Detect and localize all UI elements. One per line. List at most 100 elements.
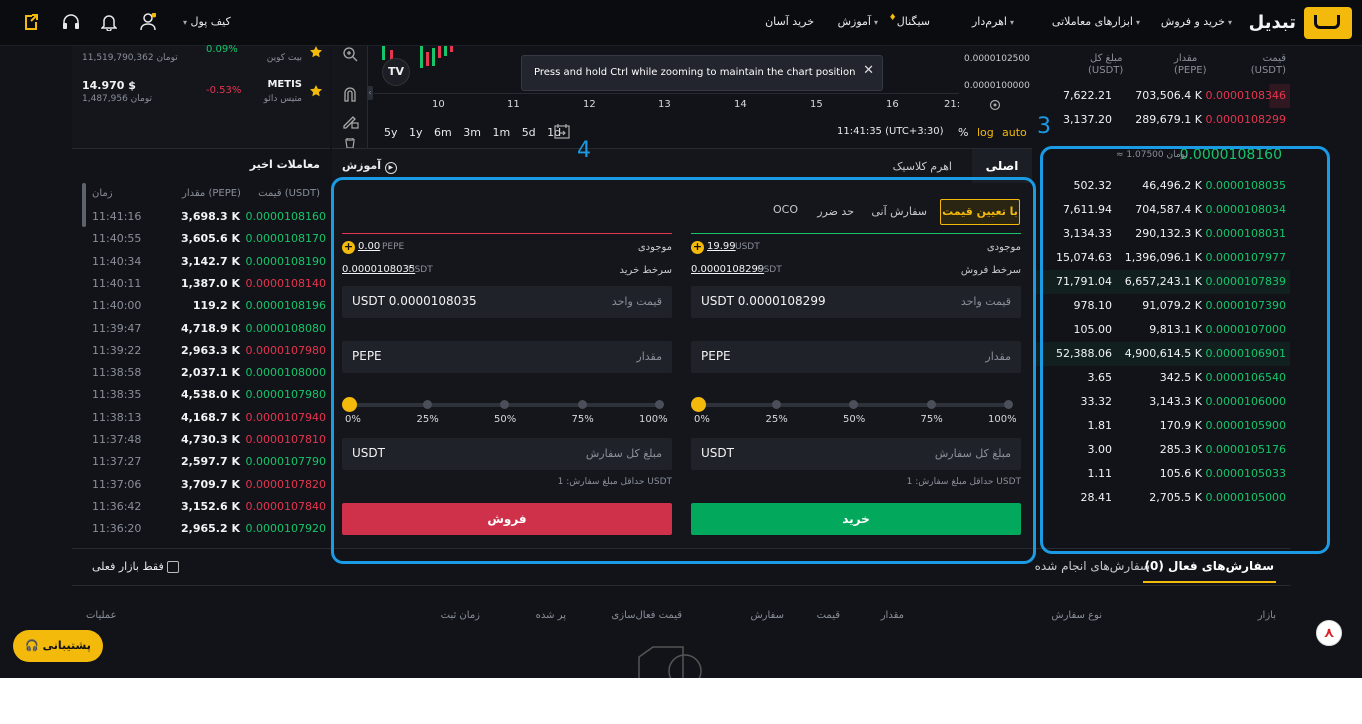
trade-amount: 2,965.2 K <box>181 522 240 536</box>
col-price: قیمت <box>816 610 840 621</box>
checkbox[interactable] <box>167 561 180 573</box>
date-range-icon[interactable] <box>554 123 570 139</box>
trade-time: 11:38:13 <box>92 410 142 424</box>
chart-collapse-handle[interactable]: ‹ <box>367 86 373 100</box>
trade-price: 0.0000108190 <box>245 254 326 268</box>
top-nav-bar: تبدیل خرید و فروش ▾ ابزارهای معاملاتی ▾ اه… <box>0 0 1362 46</box>
tab-active-orders[interactable]: سفارش‌های فعال (0) <box>1142 549 1276 583</box>
magnet-icon[interactable] <box>342 86 358 102</box>
time-tick: 14 <box>734 99 747 110</box>
timeframe-3m[interactable]: 3m <box>463 126 481 139</box>
trash-icon[interactable] <box>342 138 358 148</box>
trade-price: 0.0000107790 <box>245 455 326 469</box>
trade-row: 0.0000107980 4,538.0 K 11:38:35 <box>86 384 326 406</box>
close-icon[interactable]: ✕ <box>863 63 874 78</box>
trade-row: 0.0000107980 2,963.3 K 11:39:22 <box>86 340 326 362</box>
recent-trades-panel: معاملات اخیر قیمت (USDT) مقدار (PEPE) زم… <box>72 148 330 548</box>
time-tick: 10 <box>432 99 445 110</box>
ask-amount: 289,679.1 K <box>1135 113 1202 126</box>
trade-amount: 1,387.0 K <box>181 276 240 290</box>
nav-buy-sell[interactable]: خرید و فروش ▾ <box>1161 15 1232 28</box>
time-tick: 12 <box>583 99 596 110</box>
trade-price: 0.0000107920 <box>245 522 326 536</box>
headset-icon: 🎧 <box>25 639 39 652</box>
download-icon[interactable] <box>22 12 40 32</box>
zoom-in-icon[interactable] <box>342 46 358 62</box>
trade-amount: 3,152.6 K <box>181 499 240 513</box>
headset-icon[interactable] <box>62 13 80 31</box>
col-order-type: نوع سفارش <box>1051 610 1102 621</box>
auto-toggle[interactable]: auto <box>1002 126 1027 139</box>
trade-row: 0.0000108000 2,037.1 K 11:38:58 <box>86 362 326 384</box>
rt-header-time: زمان <box>92 188 113 199</box>
ask-row[interactable]: 0.0000108299 289,679.1 K 3,137.20 <box>1034 108 1290 132</box>
timeframe-6m[interactable]: 6m <box>434 126 452 139</box>
watchlist-price: 11,519,790,362 تومان <box>82 53 178 63</box>
star-icon[interactable] <box>310 85 322 97</box>
star-icon[interactable] <box>310 46 322 58</box>
trade-row: 0.0000107940 4,168.7 K 11:38:13 <box>86 407 326 429</box>
rt-header-amount: مقدار (PEPE) <box>182 188 241 199</box>
user-icon[interactable] <box>140 13 156 31</box>
ask-price: 0.0000108299 <box>1205 113 1286 126</box>
nav-signal[interactable]: ♦سیگنال <box>889 13 930 28</box>
trade-time: 11:36:42 <box>92 499 142 513</box>
trade-price: 0.0000107840 <box>245 499 326 513</box>
trade-row: 0.0000108190 3,142.7 K 11:40:34 <box>86 251 326 273</box>
nav-learn[interactable]: آموزش ▾ <box>838 15 878 28</box>
price-tick: 0.0000100000 <box>964 81 1030 91</box>
percent-toggle[interactable]: % <box>958 126 968 139</box>
nav-trading-tools[interactable]: ابزارهای معاملاتی ▾ <box>1052 15 1140 28</box>
log-toggle[interactable]: log <box>977 126 994 139</box>
trade-price: 0.0000107810 <box>245 433 326 446</box>
learn-link[interactable]: آموزش ▶ <box>342 159 397 174</box>
logo[interactable]: تبدیل <box>1242 7 1352 39</box>
trade-row: 0.0000107840 3,152.6 K 11:36:42 <box>86 496 326 518</box>
nav-leverage[interactable]: اهرم‌دار ▾ <box>972 15 1014 28</box>
tab-classic-leverage[interactable]: اهرم کلاسیک <box>893 160 952 173</box>
chart-panel: ‹ TV 0.0000102500 0.0000100000 10 11 12 … <box>332 46 1032 148</box>
trade-row: 0.0000108140 1,387.0 K 11:40:11 <box>86 273 326 295</box>
col-actions: عملیات <box>86 610 117 621</box>
trade-time: 11:39:22 <box>92 343 142 357</box>
logo-mark-icon <box>1304 7 1352 39</box>
trade-price: 0.0000107980 <box>245 388 326 402</box>
tab-done-orders[interactable]: سفارش‌های انجام شده <box>1035 559 1150 573</box>
trade-time: 11:37:27 <box>92 455 142 469</box>
trade-time: 11:40:11 <box>92 276 142 290</box>
trade-price: 0.0000107940 <box>245 410 326 424</box>
chart-tooltip: Press and hold Ctrl while zooming to mai… <box>521 55 883 91</box>
support-button[interactable]: 🎧 پشتیبانی <box>13 630 103 662</box>
trade-amount: 4,730.3 K <box>181 433 240 446</box>
ask-total: 3,137.20 <box>1063 113 1112 126</box>
trade-row: 0.0000107920 2,965.2 K 11:36:20 <box>86 518 326 540</box>
tradingview-logo[interactable]: TV <box>382 58 410 86</box>
trade-time: 11:36:20 <box>92 522 142 536</box>
trade-amount: 4,538.0 K <box>181 388 240 402</box>
wallet-menu[interactable]: ▾ کیف پول <box>180 15 231 28</box>
ask-total: 7,622.21 <box>1063 89 1112 102</box>
timeframe-5d[interactable]: 5d <box>522 126 536 139</box>
trade-price: 0.0000108140 <box>245 276 326 290</box>
settings-icon[interactable] <box>989 99 1001 111</box>
trade-time: 11:40:55 <box>92 232 142 246</box>
timeframe-bar: 5y 1y 6m 3m 1m 5d 1d <box>384 126 561 139</box>
trade-amount: 2,597.7 K <box>181 455 240 469</box>
watchlist-name: بیت کوین <box>266 53 302 63</box>
pdf-icon[interactable]: ⋏ <box>1316 620 1342 646</box>
ask-row[interactable]: 0.0000108346 703,506.4 K 7,622.21 <box>1034 84 1290 108</box>
bell-icon[interactable] <box>101 13 117 31</box>
timeframe-5y[interactable]: 5y <box>384 126 398 139</box>
tooltip-text: Press and hold Ctrl while zooming to mai… <box>534 67 856 78</box>
trade-time: 11:41:16 <box>92 210 142 223</box>
annotation-three: 3 <box>1037 114 1051 139</box>
time-tick: 11 <box>507 99 520 110</box>
only-current-market[interactable]: فقط بازار فعلی <box>92 560 180 573</box>
trade-amount: 4,718.9 K <box>181 321 240 335</box>
watchlist-price-usd: 14.970 $ <box>82 79 136 92</box>
pencil-lock-icon[interactable] <box>342 112 360 130</box>
nav-easy-buy[interactable]: خرید آسان <box>765 15 814 28</box>
trade-time: 11:37:06 <box>92 477 142 491</box>
timeframe-1y[interactable]: 1y <box>409 126 423 139</box>
timeframe-1m[interactable]: 1m <box>492 126 510 139</box>
